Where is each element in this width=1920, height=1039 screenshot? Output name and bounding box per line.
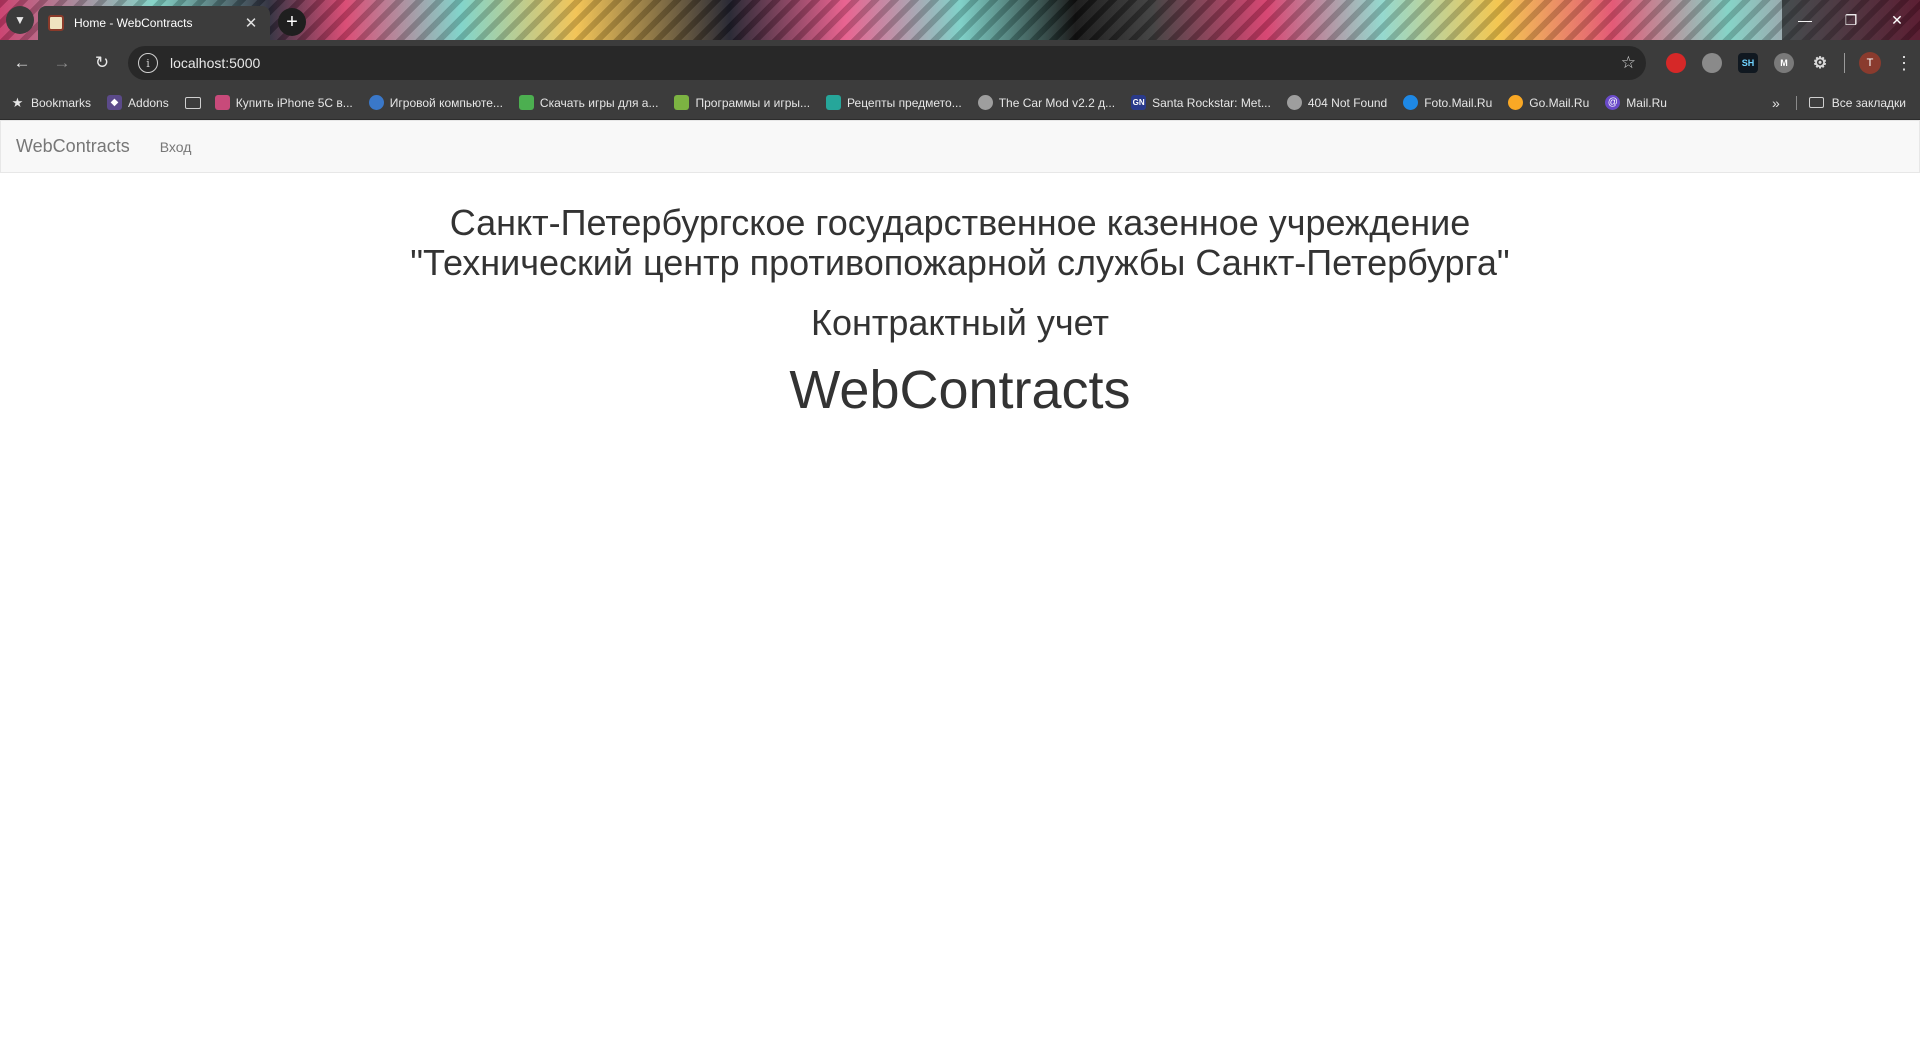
forward-button[interactable]: → (44, 45, 80, 81)
bookmark-item[interactable]: The Car Mod v2.2 д... (977, 95, 1116, 110)
bookmark-item[interactable]: Рецепты предмето... (826, 95, 962, 110)
bookmark-item[interactable]: Игровой компьюте... (368, 95, 503, 110)
more-bookmarks-icon[interactable]: » (1772, 95, 1780, 111)
bookmark-label: Santa Rockstar: Met... (1152, 95, 1271, 110)
bookmark-label: Скачать игры для а... (539, 95, 659, 110)
sh-extension-icon[interactable]: SH (1738, 53, 1758, 73)
site-navbar: WebContracts Вход (0, 120, 1920, 173)
bookmarks-bar: ★ Bookmarks ◆ Addons Купить iPhone 5C в.… (0, 86, 1920, 120)
title-bar: ▼ Home - WebContracts ✕ + — ❐ ✕ (0, 0, 1920, 40)
kebab-menu-icon[interactable]: ⋮ (1895, 53, 1913, 74)
globe-icon (1286, 95, 1302, 110)
extensions-area: SH M ⚙ T ⋮ (1658, 52, 1913, 74)
bookmark-item[interactable]: GN Santa Rockstar: Met... (1131, 95, 1271, 110)
bookmarks-right: » Все закладки (1772, 95, 1920, 111)
folder-icon[interactable] (184, 96, 201, 109)
bookmark-label: Addons (128, 95, 169, 110)
tab-search-button[interactable]: ▼ (6, 6, 34, 34)
organization-line-1: Санкт-Петербургское государственное казе… (449, 202, 1471, 243)
all-bookmarks-button[interactable]: Все закладки (1795, 95, 1906, 110)
addons-icon: ◆ (107, 95, 123, 110)
organization-heading: Санкт-Петербургское государственное казе… (0, 203, 1920, 283)
active-tab[interactable]: Home - WebContracts ✕ (38, 6, 270, 40)
all-bookmarks-label: Все закладки (1831, 95, 1906, 110)
bookmark-item[interactable]: @ Mail.Ru (1605, 95, 1667, 110)
bookmark-item[interactable]: 404 Not Found (1286, 95, 1388, 110)
mail-icon: @ (1605, 95, 1621, 110)
profile-avatar[interactable]: T (1859, 52, 1881, 74)
m-extension-icon[interactable]: M (1774, 53, 1794, 73)
app-title-heading: WebContracts (789, 360, 1131, 420)
tab-title: Home - WebContracts (74, 16, 193, 30)
close-window-button[interactable]: ✕ (1874, 0, 1920, 40)
bookmark-item[interactable]: Купить iPhone 5C в... (214, 95, 353, 110)
bookmark-star-icon[interactable]: ☆ (1621, 53, 1636, 73)
recipe-icon (826, 95, 842, 110)
subtitle-heading: Контрактный учет (811, 302, 1109, 343)
site-info-icon[interactable]: i (138, 53, 158, 73)
adblock-extension-icon[interactable] (1666, 53, 1686, 73)
bookmark-item[interactable]: Скачать игры для а... (518, 95, 659, 110)
close-tab-icon[interactable]: ✕ (242, 14, 260, 32)
new-tab-button[interactable]: + (278, 8, 306, 36)
bookmark-label: 404 Not Found (1307, 95, 1388, 110)
game-icon (518, 95, 534, 110)
reload-button[interactable]: ↻ (84, 45, 120, 81)
extension-icon[interactable] (1702, 53, 1722, 73)
site-favicon-icon (48, 15, 64, 31)
bookmark-label: The Car Mod v2.2 д... (998, 95, 1116, 110)
back-button[interactable]: ← (4, 45, 40, 81)
bookmark-label: Программы и игры... (695, 95, 811, 110)
bookmark-item[interactable]: ◆ Addons (107, 95, 169, 110)
minimize-button[interactable]: — (1782, 0, 1828, 40)
restore-button[interactable]: ❐ (1828, 0, 1874, 40)
android-icon (674, 95, 690, 110)
shield-icon (368, 95, 384, 110)
bookmark-label: Игровой компьюте... (389, 95, 503, 110)
url-text[interactable]: localhost:5000 (170, 55, 1621, 71)
navbar-brand-link[interactable]: WebContracts (16, 136, 130, 157)
bookmark-label: Купить iPhone 5C в... (235, 95, 353, 110)
main-content: Санкт-Петербургское государственное казе… (0, 203, 1920, 421)
browser-toolbar: ← → ↻ i localhost:5000 ☆ SH M ⚙ T ⋮ (0, 40, 1920, 86)
bookmark-item[interactable]: Go.Mail.Ru (1508, 95, 1589, 110)
puzzle-extensions-icon[interactable]: ⚙ (1810, 53, 1830, 73)
gn-icon: GN (1131, 95, 1147, 110)
shop-icon (214, 95, 230, 110)
page-viewport: WebContracts Вход Санкт-Петербургское го… (0, 120, 1920, 1039)
bookmark-label: Рецепты предмето... (847, 95, 962, 110)
bookmark-label: Mail.Ru (1626, 95, 1667, 110)
login-link[interactable]: Вход (160, 139, 192, 155)
go-icon (1508, 95, 1524, 110)
foto-icon (1403, 95, 1419, 110)
bookmark-item[interactable]: Foto.Mail.Ru (1403, 95, 1492, 110)
chevron-down-icon: ▼ (14, 13, 26, 27)
bookmark-label: Go.Mail.Ru (1529, 95, 1590, 110)
toolbar-divider (1844, 53, 1845, 73)
star-icon: ★ (11, 94, 24, 110)
bookmark-item[interactable]: ★ Bookmarks (10, 95, 91, 110)
window-controls: — ❐ ✕ (1782, 0, 1920, 40)
address-bar[interactable]: i localhost:5000 ☆ (128, 46, 1646, 80)
folder-icon (1808, 97, 1824, 108)
bookmark-label: Bookmarks (31, 95, 92, 110)
globe-icon (977, 95, 993, 110)
organization-line-2: "Технический центр противопожарной служб… (410, 242, 1510, 283)
bookmark-label: Foto.Mail.Ru (1424, 95, 1493, 110)
bookmark-item[interactable]: Программы и игры... (674, 95, 810, 110)
